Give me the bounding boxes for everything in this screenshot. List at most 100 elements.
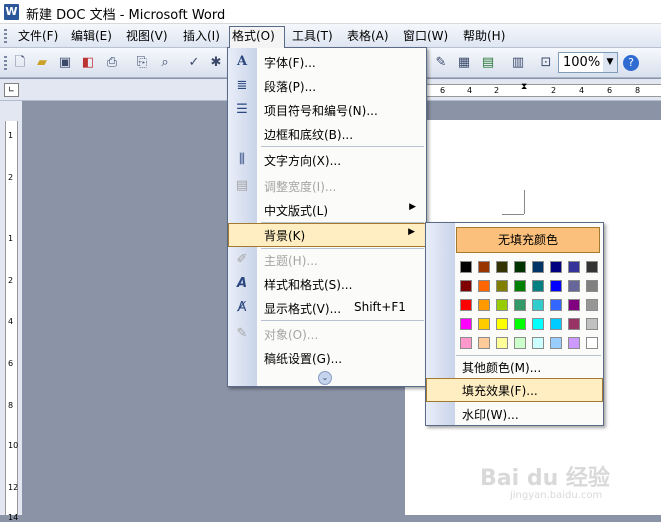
reveal-format-icon: A̸ <box>237 300 247 315</box>
vertical-ruler[interactable]: 1 2 1 2 4 6 8 10 12 14 <box>0 101 22 522</box>
color-swatch[interactable] <box>460 337 472 349</box>
menu-item-fill-effects[interactable]: 填充效果(F)... <box>426 378 603 402</box>
tab-selector-icon[interactable]: ∟ <box>4 83 19 97</box>
format-dropdown-menu: A 字体(F)... ≣ 段落(P)... ☰ 项目符号和编号(N)... 边框… <box>227 47 427 387</box>
menu-item-styles[interactable]: A 样式和格式(S)... <box>228 272 426 296</box>
menu-item-label: 显示格式(V)... <box>264 302 342 316</box>
toolbar-grip[interactable] <box>4 56 7 70</box>
menu-item-label: 填充效果(F)... <box>462 384 538 398</box>
color-swatch[interactable] <box>496 261 508 273</box>
research-icon[interactable]: ✱ <box>208 55 224 71</box>
color-swatch[interactable] <box>460 280 472 292</box>
color-swatch[interactable] <box>496 299 508 311</box>
ruler-number: 2 <box>8 173 14 182</box>
color-swatch[interactable] <box>514 261 526 273</box>
color-swatch[interactable] <box>460 261 472 273</box>
table-icon[interactable]: ▦ <box>456 55 472 71</box>
color-swatch[interactable] <box>586 299 598 311</box>
menu-table[interactable]: 表格(A) <box>345 27 391 45</box>
color-swatch[interactable] <box>514 318 526 330</box>
color-swatch[interactable] <box>550 299 562 311</box>
menu-item-chinese-layout[interactable]: 中文版式(L) ▶ <box>228 198 426 222</box>
no-fill-color-button[interactable]: 无填充颜色 <box>456 227 600 253</box>
ruler-number: 8 <box>635 86 641 95</box>
menu-item-fit-width: ▤ 调整宽度(I)... <box>228 174 426 198</box>
menu-item-manuscript[interactable]: 稿纸设置(G)... <box>228 346 426 370</box>
color-swatch[interactable] <box>550 261 562 273</box>
color-swatch[interactable] <box>568 337 580 349</box>
text-direction-icon: ⫼ <box>239 152 245 167</box>
word-app-icon: W <box>4 4 19 20</box>
menu-window[interactable]: 窗口(W) <box>401 27 450 45</box>
color-swatch[interactable] <box>586 337 598 349</box>
indent-marker-icon[interactable]: ⧗ <box>521 82 527 92</box>
menu-file[interactable]: 文件(F) <box>16 27 60 45</box>
color-swatch[interactable] <box>532 261 544 273</box>
new-doc-icon[interactable]: 🗋 <box>12 55 28 71</box>
title-bar: W 新建 DOC 文档 - Microsoft Word <box>0 0 661 24</box>
color-swatch[interactable] <box>568 261 580 273</box>
color-swatch[interactable] <box>514 299 526 311</box>
help-icon[interactable]: ? <box>623 55 639 71</box>
color-swatch[interactable] <box>460 318 472 330</box>
zoom-icon[interactable]: ⊡ <box>538 55 554 71</box>
color-swatch[interactable] <box>478 280 490 292</box>
menu-item-font[interactable]: A 字体(F)... <box>228 50 426 74</box>
menu-item-text-direction[interactable]: ⫼ 文字方向(X)... <box>228 148 426 172</box>
color-swatch[interactable] <box>550 280 562 292</box>
color-swatch[interactable] <box>532 337 544 349</box>
color-swatch[interactable] <box>514 337 526 349</box>
save-icon[interactable]: ▣ <box>57 55 73 71</box>
menu-item-borders[interactable]: 边框和底纹(B)... <box>228 122 426 146</box>
menu-item-bullets[interactable]: ☰ 项目符号和编号(N)... <box>228 98 426 122</box>
color-swatch[interactable] <box>532 280 544 292</box>
color-swatch[interactable] <box>568 280 580 292</box>
color-swatch[interactable] <box>586 261 598 273</box>
ruler-number: 2 <box>494 86 500 95</box>
color-swatch[interactable] <box>568 318 580 330</box>
excel-icon[interactable]: ▤ <box>480 55 496 71</box>
color-swatch[interactable] <box>550 337 562 349</box>
print-preview-icon[interactable]: ⎙ <box>104 55 120 71</box>
menu-item-more-colors[interactable]: 其他颜色(M)... <box>426 355 603 379</box>
color-swatch[interactable] <box>496 280 508 292</box>
columns-icon[interactable]: ▥ <box>510 55 526 71</box>
menu-view[interactable]: 视图(V) <box>124 27 170 45</box>
menu-item-paragraph[interactable]: ≣ 段落(P)... <box>228 74 426 98</box>
color-swatch[interactable] <box>568 299 580 311</box>
search-icon[interactable]: ⌕ <box>157 55 173 71</box>
permission-icon[interactable]: ◧ <box>80 55 96 71</box>
expand-menu-icon[interactable]: ⌄ <box>318 371 332 385</box>
menu-item-watermark[interactable]: 水印(W)... <box>426 402 603 426</box>
menu-help[interactable]: 帮助(H) <box>461 27 507 45</box>
color-swatch[interactable] <box>532 299 544 311</box>
color-swatch[interactable] <box>496 337 508 349</box>
ruler-number: 6 <box>440 86 446 95</box>
menu-insert[interactable]: 插入(I) <box>181 27 222 45</box>
color-swatch[interactable] <box>460 299 472 311</box>
color-swatch[interactable] <box>478 261 490 273</box>
spelling-icon[interactable]: ✓ <box>186 55 202 71</box>
color-swatch[interactable] <box>478 337 490 349</box>
color-swatch[interactable] <box>550 318 562 330</box>
menu-tools[interactable]: 工具(T) <box>290 27 335 45</box>
color-swatch[interactable] <box>478 318 490 330</box>
color-swatch[interactable] <box>532 318 544 330</box>
chevron-down-icon[interactable]: ▼ <box>603 53 617 72</box>
menu-edit[interactable]: 编辑(E) <box>69 27 114 45</box>
menu-format[interactable]: 格式(O) <box>229 26 285 48</box>
color-swatch[interactable] <box>496 318 508 330</box>
zoom-select[interactable]: 100% ▼ <box>558 52 618 73</box>
menu-item-background[interactable]: 背景(K) ▶ <box>228 223 426 247</box>
menubar-grip[interactable] <box>4 29 7 43</box>
print-icon[interactable]: ⎘ <box>134 55 150 71</box>
menu-item-reveal-format[interactable]: A̸ 显示格式(V)... Shift+F1 <box>228 296 426 320</box>
color-swatch[interactable] <box>478 299 490 311</box>
color-swatch[interactable] <box>586 318 598 330</box>
background-submenu: 无填充颜色 其他颜色(M)... 填充效果(F)... 水印(W)... <box>425 222 604 426</box>
color-swatch[interactable] <box>514 280 526 292</box>
menu-bar: 文件(F) 编辑(E) 视图(V) 插入(I) 格式(O) 工具(T) 表格(A… <box>0 24 661 48</box>
color-swatch[interactable] <box>586 280 598 292</box>
open-icon[interactable]: ▰ <box>34 55 50 71</box>
drawing-icon[interactable]: ✎ <box>433 55 449 71</box>
